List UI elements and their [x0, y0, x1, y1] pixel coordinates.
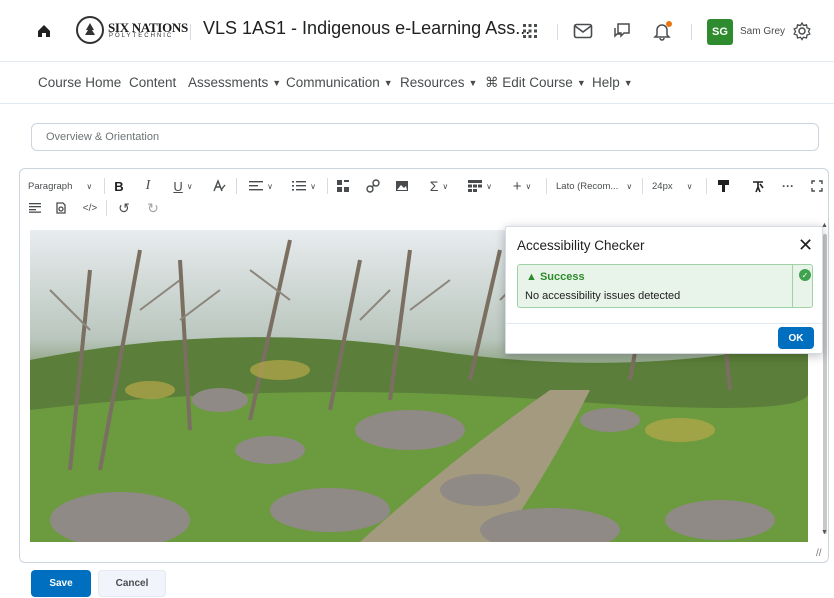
- chevron-down-icon: ▼: [468, 78, 478, 88]
- top-bar: SIX NATIONS POLYTECHNIC VLS 1AS1 - Indig…: [0, 0, 834, 62]
- nav-course-home[interactable]: Course Home: [38, 75, 121, 90]
- nav-help-label: Help: [592, 75, 620, 90]
- toolbar-separator: [106, 200, 107, 216]
- accessibility-checker-dialog: Accessibility Checker ✕ ▲ Success No acc…: [505, 226, 823, 354]
- divider: [691, 24, 692, 40]
- chevron-down-icon: ∨: [686, 181, 693, 191]
- italic-button[interactable]: I: [141, 177, 155, 195]
- format-select-value: Paragraph: [28, 180, 73, 192]
- undo-icon[interactable]: ↺: [117, 199, 131, 217]
- divider: [190, 24, 191, 40]
- chat-icon[interactable]: [611, 20, 633, 42]
- bold-button[interactable]: B: [112, 177, 126, 195]
- command-icon: ⌘: [485, 75, 503, 90]
- format-select[interactable]: Paragraph ∨: [28, 177, 98, 195]
- chevron-down-icon: ▼: [623, 78, 633, 88]
- logo-emblem-icon[interactable]: [76, 16, 104, 44]
- chevron-down-icon: ∨: [626, 181, 633, 191]
- align-icon[interactable]: ∨: [246, 177, 276, 195]
- table-icon[interactable]: ∨: [466, 177, 494, 195]
- success-status: Success: [539, 271, 585, 283]
- toolbar-separator: [546, 178, 547, 194]
- toolbar-separator: [327, 178, 328, 194]
- scroll-thumb[interactable]: [823, 234, 827, 534]
- course-navbar: Course Home Content Assessments ▼ Communi…: [0, 62, 834, 104]
- chevron-down-icon: ▼: [576, 78, 586, 88]
- dialog-footer-divider: [506, 323, 822, 324]
- toolbar-separator: [642, 178, 643, 194]
- success-message: No accessibility issues detected: [525, 290, 681, 302]
- nav-content[interactable]: Content: [129, 75, 176, 90]
- redo-icon[interactable]: ↻: [146, 199, 160, 217]
- nav-communication[interactable]: Communication ▼: [286, 75, 393, 90]
- chevron-down-icon: ▼: [383, 78, 393, 88]
- preview-icon[interactable]: [54, 199, 68, 217]
- chevron-down-icon: ∨: [186, 181, 193, 191]
- mail-icon[interactable]: [572, 21, 594, 41]
- image-icon[interactable]: [394, 177, 410, 195]
- divider: [557, 24, 558, 40]
- notification-dot: [666, 21, 672, 27]
- nav-edit-course-label: Edit Course: [502, 75, 573, 90]
- font-select[interactable]: Lato (Recom... ∨: [556, 177, 636, 195]
- equation-icon[interactable]: Σ ∨: [426, 177, 452, 195]
- plus-icon[interactable]: + ∨: [509, 177, 535, 195]
- accessibility-check-icon[interactable]: [750, 177, 766, 195]
- nav-help[interactable]: Help ▼: [592, 75, 633, 90]
- nav-communication-label: Communication: [286, 75, 380, 90]
- waffle-icon[interactable]: [520, 21, 540, 41]
- size-select[interactable]: 24px ∨: [652, 177, 698, 195]
- nav-assessments-label: Assessments: [188, 75, 269, 90]
- insert-stuff-icon[interactable]: [335, 177, 351, 195]
- gear-icon[interactable]: [791, 20, 813, 42]
- cancel-button[interactable]: Cancel: [98, 570, 166, 597]
- font-select-value: Lato (Recom...: [556, 180, 619, 192]
- title-input[interactable]: [31, 123, 819, 151]
- check-circle-icon: ✓: [799, 269, 811, 281]
- size-select-value: 24px: [652, 180, 673, 192]
- fullscreen-icon[interactable]: [810, 177, 824, 195]
- underline-button[interactable]: U ∨: [168, 177, 198, 195]
- resize-handle-icon[interactable]: //: [816, 548, 822, 559]
- link-icon[interactable]: [365, 177, 381, 195]
- nav-assessments[interactable]: Assessments ▼: [188, 75, 281, 90]
- paragraph-style-icon[interactable]: [28, 199, 42, 217]
- save-button[interactable]: Save: [31, 570, 91, 597]
- close-icon[interactable]: ✕: [798, 235, 813, 256]
- toolbar-separator: [236, 178, 237, 194]
- avatar[interactable]: SG: [707, 19, 733, 45]
- toolbar-separator: [104, 178, 105, 194]
- ok-button[interactable]: OK: [778, 327, 814, 349]
- nav-resources-label: Resources: [400, 75, 465, 90]
- nav-resources[interactable]: Resources ▼: [400, 75, 477, 90]
- dialog-title: Accessibility Checker: [517, 238, 645, 253]
- toolbar-separator: [706, 178, 707, 194]
- underline-label: U: [173, 178, 183, 194]
- source-code-icon[interactable]: </>: [82, 199, 98, 217]
- chevron-down-icon: ▼: [272, 78, 282, 88]
- home-icon[interactable]: [34, 21, 54, 41]
- user-name[interactable]: Sam Grey: [740, 26, 785, 37]
- divider: [792, 265, 793, 307]
- chevron-down-icon: ∨: [86, 181, 93, 191]
- list-icon[interactable]: ∨: [289, 177, 319, 195]
- course-title[interactable]: VLS 1AS1 - Indigenous e-Learning Ass...: [203, 18, 530, 39]
- success-alert: ▲ Success No accessibility issues detect…: [517, 264, 813, 308]
- warning-triangle-icon: ▲: [526, 271, 540, 283]
- success-heading: ▲ Success: [526, 271, 585, 283]
- nav-edit-course[interactable]: ⌘ Edit Course ▼: [485, 75, 586, 91]
- scroll-down-icon[interactable]: ▼: [821, 529, 828, 536]
- text-color-icon[interactable]: [210, 177, 228, 195]
- format-painter-icon[interactable]: [716, 177, 732, 195]
- more-icon[interactable]: ···: [780, 177, 796, 195]
- logo-subtext: POLYTECHNIC: [109, 33, 174, 39]
